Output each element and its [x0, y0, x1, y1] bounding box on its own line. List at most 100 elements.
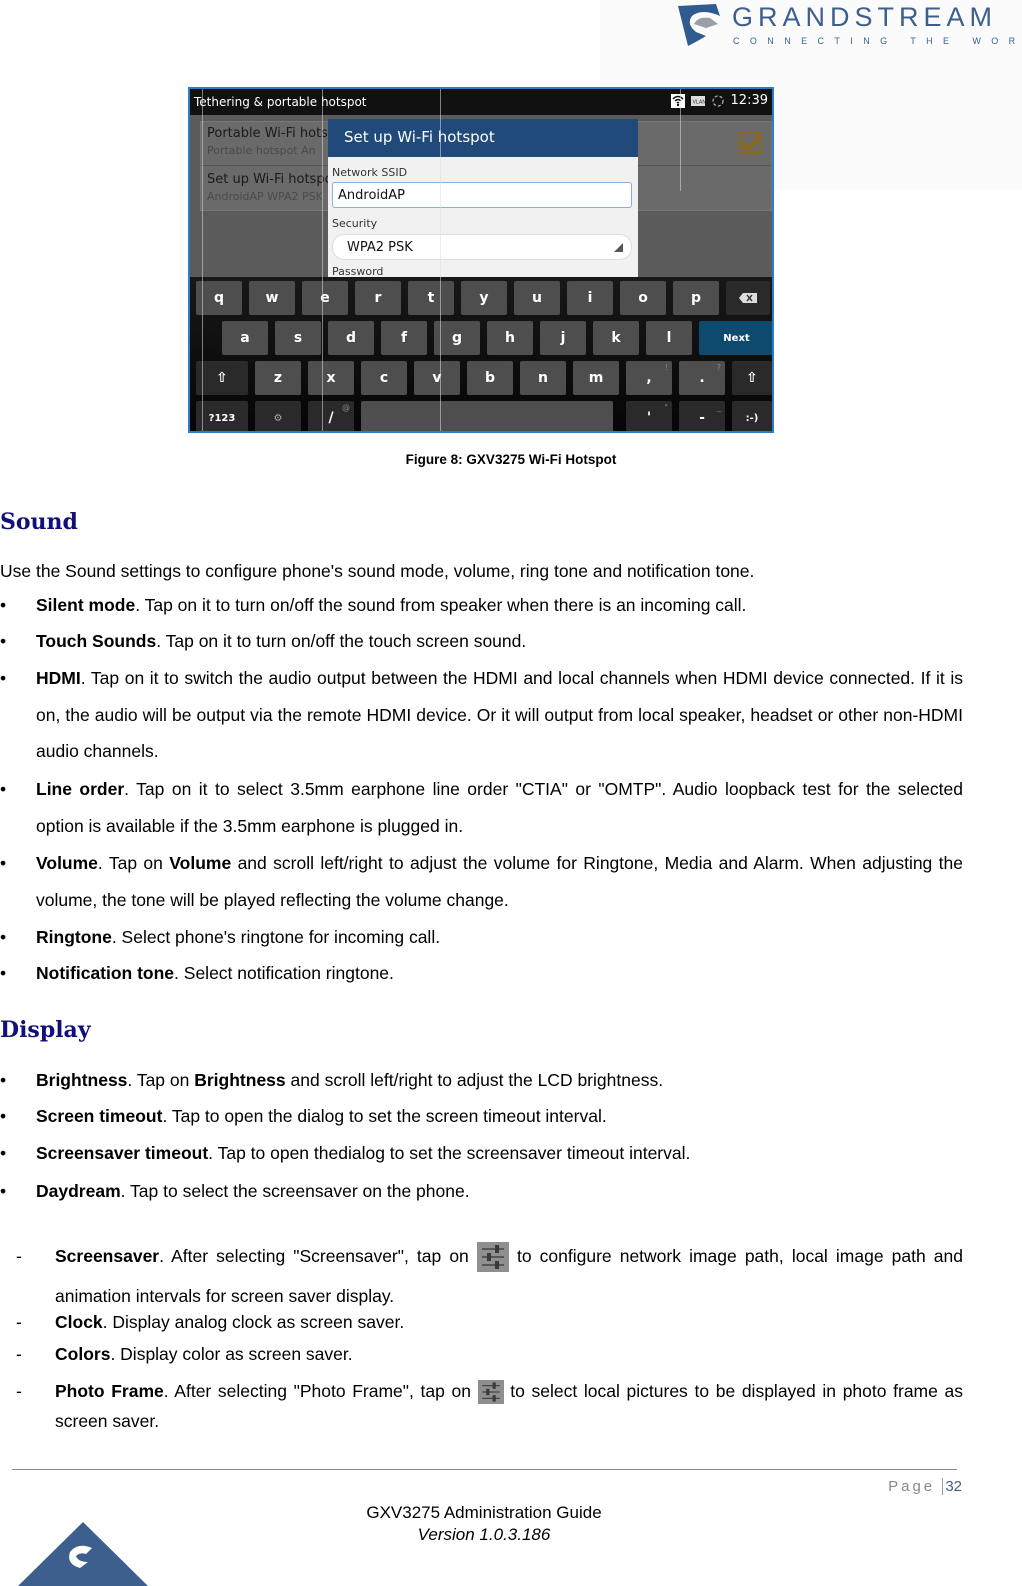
overlay-gridline	[680, 89, 681, 191]
item-text: . Tap on	[97, 853, 170, 873]
bullet-icon: •	[0, 963, 7, 983]
key-p[interactable]: p	[673, 281, 719, 315]
item-term: HDMI	[36, 668, 81, 688]
key-j[interactable]: j	[540, 321, 586, 355]
page-number-value: 32	[942, 1478, 962, 1495]
apostrophe-key[interactable]: ' "	[626, 401, 672, 431]
item-term: Photo Frame	[55, 1381, 164, 1401]
grandstream-logo: GRANDSTREAM CONNECTING THE WORLD	[676, 2, 1022, 50]
ssid-label: Network SSID	[332, 166, 408, 179]
sliders-icon	[476, 1242, 509, 1273]
list-item-subtitle: AndroidAP WPA2 PSK	[207, 190, 323, 203]
grandstream-logo-icon	[678, 4, 720, 46]
apostrophe-key-label: '	[646, 410, 652, 426]
section-heading-sound: Sound	[0, 509, 78, 535]
dialog-title: Set up Wi-Fi hotspot	[328, 119, 638, 157]
shift-key-left[interactable]: ⇧	[196, 361, 248, 395]
item-term: Daydream	[36, 1181, 121, 1201]
item-text: . After selecting "Screensaver", tap on	[159, 1246, 477, 1266]
bullet-icon: •	[0, 853, 7, 873]
backspace-key[interactable]	[726, 281, 770, 315]
vlan-icon: VLAN	[690, 95, 705, 106]
key-y[interactable]: y	[461, 281, 507, 315]
item-text: and scroll left/right to adjust the LCD …	[285, 1070, 664, 1090]
item-text: . Display analog clock as screen saver.	[102, 1312, 405, 1332]
item-term: Ringtone	[36, 927, 112, 947]
page-label: Page	[888, 1478, 936, 1495]
key-period[interactable]: .?	[679, 361, 725, 395]
key-i[interactable]: i	[567, 281, 613, 315]
settings-key[interactable]: ⚙	[255, 401, 301, 431]
security-select[interactable]: WPA2 PSK	[332, 234, 632, 260]
list-item-title: Set up Wi-Fi hotspo	[207, 172, 333, 187]
key-hint: @	[342, 403, 350, 412]
item-term: Screen timeout	[36, 1106, 163, 1126]
key-h[interactable]: h	[487, 321, 533, 355]
key-f[interactable]: f	[381, 321, 427, 355]
key-m[interactable]: m	[573, 361, 619, 395]
item-text: . Tap on	[127, 1070, 195, 1090]
bullet-icon: •	[0, 631, 7, 651]
slash-key[interactable]: / @	[308, 401, 354, 431]
key-w[interactable]: w	[249, 281, 295, 315]
key-r[interactable]: r	[355, 281, 401, 315]
key-k[interactable]: k	[593, 321, 639, 355]
hotspot-enabled-checkbox[interactable]	[739, 132, 761, 154]
symbols-key[interactable]: ?123	[196, 401, 248, 431]
bullet-icon: •	[0, 668, 7, 688]
key-comma-label: ,	[646, 370, 652, 386]
sync-icon	[711, 94, 724, 107]
ssid-input[interactable]: AndroidAP	[332, 182, 632, 208]
key-z[interactable]: z	[255, 361, 301, 395]
key-v[interactable]: v	[414, 361, 460, 395]
shift-icon: ⇧	[216, 370, 228, 386]
key-u[interactable]: u	[514, 281, 560, 315]
bullet-icon: •	[0, 1143, 7, 1163]
key-d[interactable]: d	[328, 321, 374, 355]
shift-key-right[interactable]: ⇧	[732, 361, 772, 395]
item-text: . Select phone's ringtone for incoming c…	[111, 927, 441, 947]
key-n[interactable]: n	[520, 361, 566, 395]
key-period-label: .	[699, 370, 705, 386]
hotspot-screenshot: Tethering & portable hotspot VLAN 12:39 …	[188, 87, 774, 433]
key-hint: !	[664, 363, 668, 372]
key-x[interactable]: x	[308, 361, 354, 395]
bullet-icon: •	[0, 595, 7, 615]
item-text: . Tap to open thedialog to set the scree…	[208, 1143, 691, 1163]
item-term: Brightness	[36, 1070, 128, 1090]
item-text: . Tap to select the screensaver on the p…	[120, 1181, 470, 1201]
overlay-gridline	[440, 89, 441, 431]
dash-key-label: -	[699, 410, 705, 426]
key-hint: ?	[716, 363, 721, 372]
dash-marker: -	[16, 1246, 22, 1266]
key-hint: _	[717, 403, 721, 412]
key-l[interactable]: l	[646, 321, 692, 355]
key-t[interactable]: t	[408, 281, 454, 315]
item-term: Clock	[55, 1312, 103, 1332]
key-hint: "	[664, 403, 668, 412]
item-term: Line order	[36, 779, 125, 799]
key-o[interactable]: o	[620, 281, 666, 315]
space-key[interactable]	[361, 401, 613, 431]
dash-key[interactable]: - _	[679, 401, 725, 431]
key-b[interactable]: b	[467, 361, 513, 395]
key-a[interactable]: a	[222, 321, 268, 355]
key-e[interactable]: e	[302, 281, 348, 315]
key-s[interactable]: s	[275, 321, 321, 355]
item-term: Volume	[36, 853, 98, 873]
key-c[interactable]: c	[361, 361, 407, 395]
next-key[interactable]: Next	[699, 321, 772, 355]
page-number: Page 32	[888, 1478, 962, 1495]
item-term: Notification tone	[36, 963, 175, 983]
overlay-gridline	[202, 89, 203, 431]
onscreen-keyboard: q w e r t y u i o p a s d f g h j k l Ne…	[190, 277, 772, 431]
item-term: Colors	[55, 1344, 111, 1364]
screen-title: Tethering & portable hotspot	[194, 95, 367, 109]
item-text: . Tap on it to select 3.5mm earphone lin…	[36, 779, 963, 836]
figure-caption: Figure 8: GXV3275 Wi-Fi Hotspot	[405, 452, 617, 467]
smiley-key[interactable]: :-)	[732, 401, 772, 431]
security-label: Security	[332, 217, 378, 230]
bullet-icon: •	[0, 927, 7, 947]
key-comma[interactable]: ,!	[626, 361, 672, 395]
hotspot-setup-dialog: Set up Wi-Fi hotspot Network SSID Androi…	[328, 119, 638, 279]
